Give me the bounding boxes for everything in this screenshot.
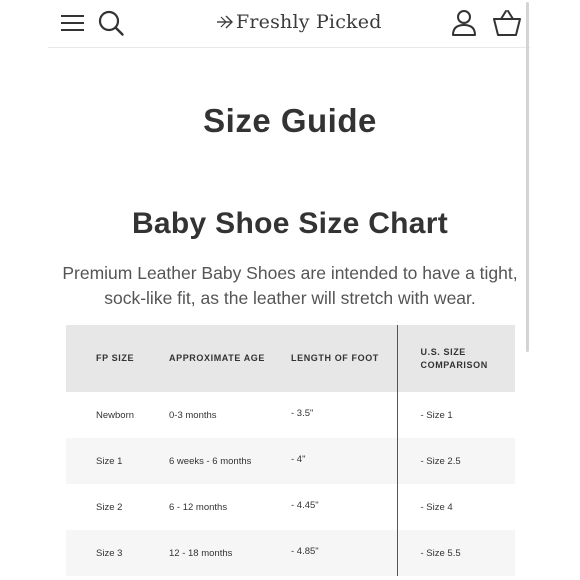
page-scrollbar[interactable] (526, 2, 529, 352)
logo-text: Freshly Picked (236, 11, 382, 33)
header-approximate-age: APPROXIMATE AGE (162, 325, 283, 392)
size-chart-table: FP SIZE APPROXIMATE AGE LENGTH OF FOOT U… (66, 325, 515, 576)
account-icon[interactable] (450, 9, 478, 37)
foot-length-cell: - 4.45" (283, 484, 397, 530)
age-cell: 0-3 months (162, 392, 283, 438)
foot-length-cell: - 3.5" (283, 392, 397, 438)
header-length-of-foot: LENGTH OF FOOT (283, 325, 397, 392)
foot-length-cell: - 4" (283, 438, 397, 484)
brand-logo[interactable]: Freshly Picked (216, 8, 382, 36)
table-row: Size 1 6 weeks - 6 months - 4" - Size 2.… (66, 438, 515, 484)
table-header-row: FP SIZE APPROXIMATE AGE LENGTH OF FOOT U… (66, 325, 515, 392)
fp-size-cell: Newborn (66, 392, 162, 438)
age-cell: 12 - 18 months (162, 530, 283, 576)
us-size-cell: - Size 2.5 (396, 438, 515, 484)
intro-text: Premium Leather Baby Shoes are intended … (62, 263, 518, 308)
header-us-size-comparison: U.S. SIZE COMPARISON (396, 325, 515, 392)
size-guide-page: Freshly Picked Size Guide Baby Shoe Size… (0, 0, 580, 580)
age-cell: 6 - 12 months (162, 484, 283, 530)
table-row: Newborn 0-3 months - 3.5" - Size 1 (66, 392, 515, 438)
foot-length-cell: - 4.85" (283, 530, 397, 576)
section-title: Baby Shoe Size Chart (131, 207, 449, 240)
fp-size-cell: Size 3 (66, 530, 162, 576)
menu-icon[interactable] (60, 10, 86, 36)
table-row: Size 2 6 - 12 months - 4.45" - Size 4 (66, 484, 515, 530)
table-row: Size 3 12 - 18 months - 4.85" - Size 5.5 (66, 530, 515, 576)
us-size-cell: - Size 5.5 (396, 530, 515, 576)
us-size-cell: - Size 4 (396, 484, 515, 530)
search-icon[interactable] (98, 9, 126, 37)
us-size-cell: - Size 1 (396, 392, 515, 438)
cart-icon[interactable] (492, 9, 522, 37)
site-header: Freshly Picked (48, 0, 530, 48)
logo-arrow-icon (217, 15, 233, 29)
age-cell: 6 weeks - 6 months (162, 438, 283, 484)
header-fp-size: FP SIZE (66, 325, 162, 392)
fp-size-cell: Size 2 (66, 484, 162, 530)
fp-size-cell: Size 1 (66, 438, 162, 484)
page-title: Size Guide (203, 102, 377, 139)
